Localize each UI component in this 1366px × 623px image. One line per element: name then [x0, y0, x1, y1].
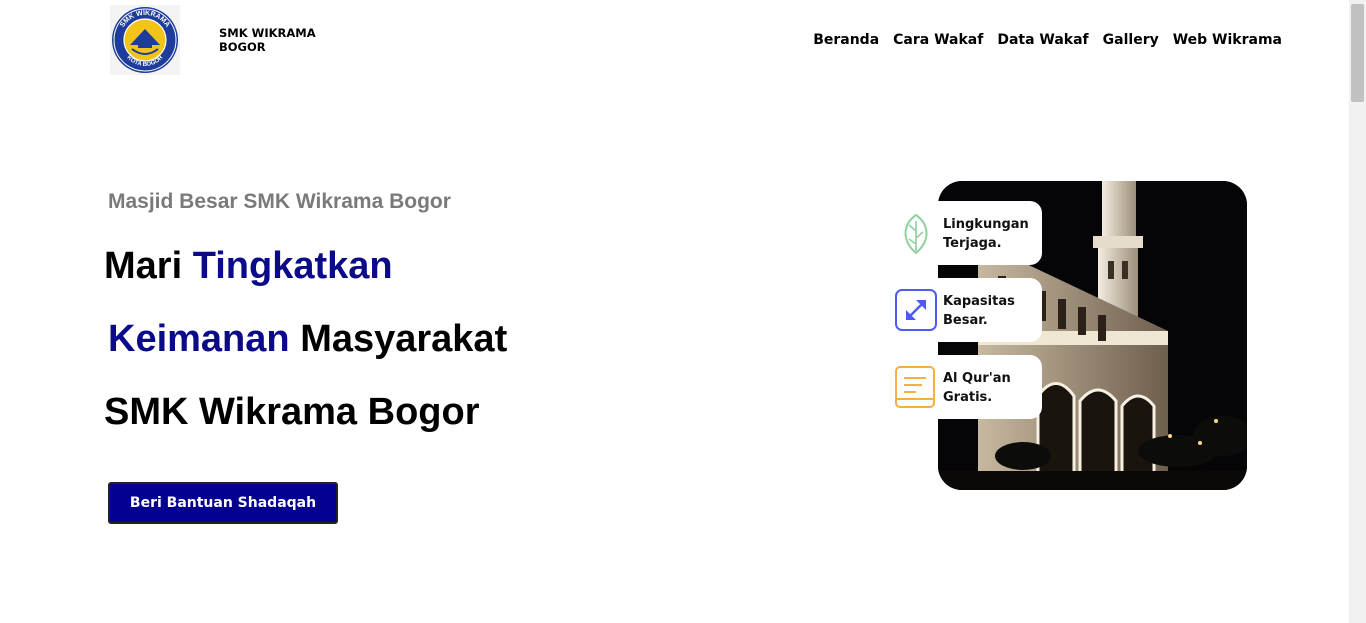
hero-heading-line1: Mari Tingkatkan — [104, 245, 393, 288]
donate-button[interactable]: Beri Bantuan Shadaqah — [108, 482, 338, 524]
brand-line1: SMK WIKRAMA — [219, 26, 316, 40]
heading-word-highlight: Keimanan — [108, 318, 290, 360]
brand-line2: BOGOR — [219, 40, 266, 54]
feature-text: Kapasitas Besar. — [943, 294, 1015, 328]
leaf-icon — [894, 211, 938, 255]
heading-word: Masyarakat — [300, 318, 508, 360]
hero-subtitle: Masjid Besar SMK Wikrama Bogor — [108, 190, 451, 213]
nav-beranda[interactable]: Beranda — [813, 32, 879, 48]
nav-data-wakaf[interactable]: Data Wakaf — [997, 32, 1088, 48]
feature-text: Lingkungan Terjaga. — [943, 217, 1029, 251]
book-icon — [894, 365, 938, 409]
feature-card-environment: Lingkungan Terjaga. — [894, 201, 1042, 265]
heading-word: Mari — [104, 245, 183, 287]
hero-heading-line2: Keimanan Masyarakat — [108, 318, 507, 361]
hero-heading-line3: SMK Wikrama Bogor — [104, 391, 480, 433]
nav-gallery[interactable]: Gallery — [1103, 32, 1159, 48]
expand-icon — [894, 288, 938, 332]
feature-card-capacity: Kapasitas Besar. — [894, 278, 1042, 342]
main-nav: Beranda Cara Wakaf Data Wakaf Gallery We… — [813, 32, 1282, 48]
brand-name: SMK WIKRAMA BOGOR — [219, 26, 316, 54]
page-scrollbar[interactable] — [1349, 0, 1366, 623]
feature-text: Al Qur'an Gratis. — [943, 371, 1011, 405]
nav-web-wikrama[interactable]: Web Wikrama — [1173, 32, 1282, 48]
scrollbar-thumb[interactable] — [1351, 4, 1364, 102]
nav-cara-wakaf[interactable]: Cara Wakaf — [893, 32, 983, 48]
school-logo: SMK WIKRAMA KOTA BOGOR — [110, 5, 180, 75]
feature-card-quran: Al Qur'an Gratis. — [894, 355, 1042, 419]
heading-word-highlight: Tingkatkan — [192, 245, 393, 287]
